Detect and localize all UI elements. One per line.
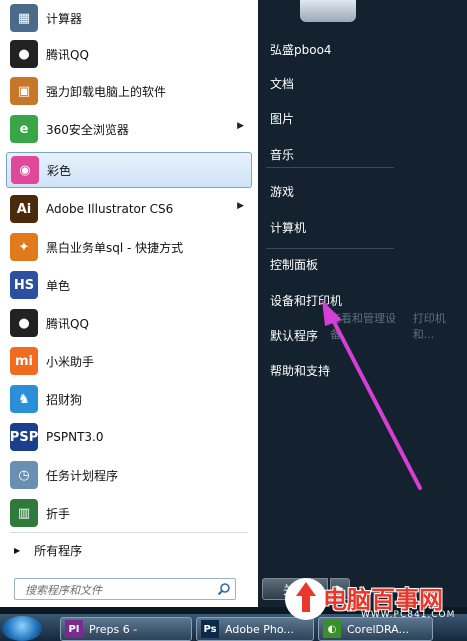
- taskbar-button[interactable]: PI Preps 6 -: [60, 617, 192, 641]
- watermark-logo-icon: [285, 578, 327, 620]
- taskbar-button-label: Adobe Pho...: [225, 622, 294, 636]
- watermark: 电脑百事网 WWW.PC841.COM: [285, 576, 467, 626]
- preps-icon: PI: [65, 620, 83, 638]
- taskbar-button-label: Preps 6 -: [89, 622, 138, 636]
- annotation-arrow-icon: [322, 300, 422, 490]
- start-button[interactable]: [2, 616, 42, 641]
- photoshop-icon: Ps: [201, 620, 219, 638]
- watermark-url: WWW.PC841.COM: [361, 610, 456, 620]
